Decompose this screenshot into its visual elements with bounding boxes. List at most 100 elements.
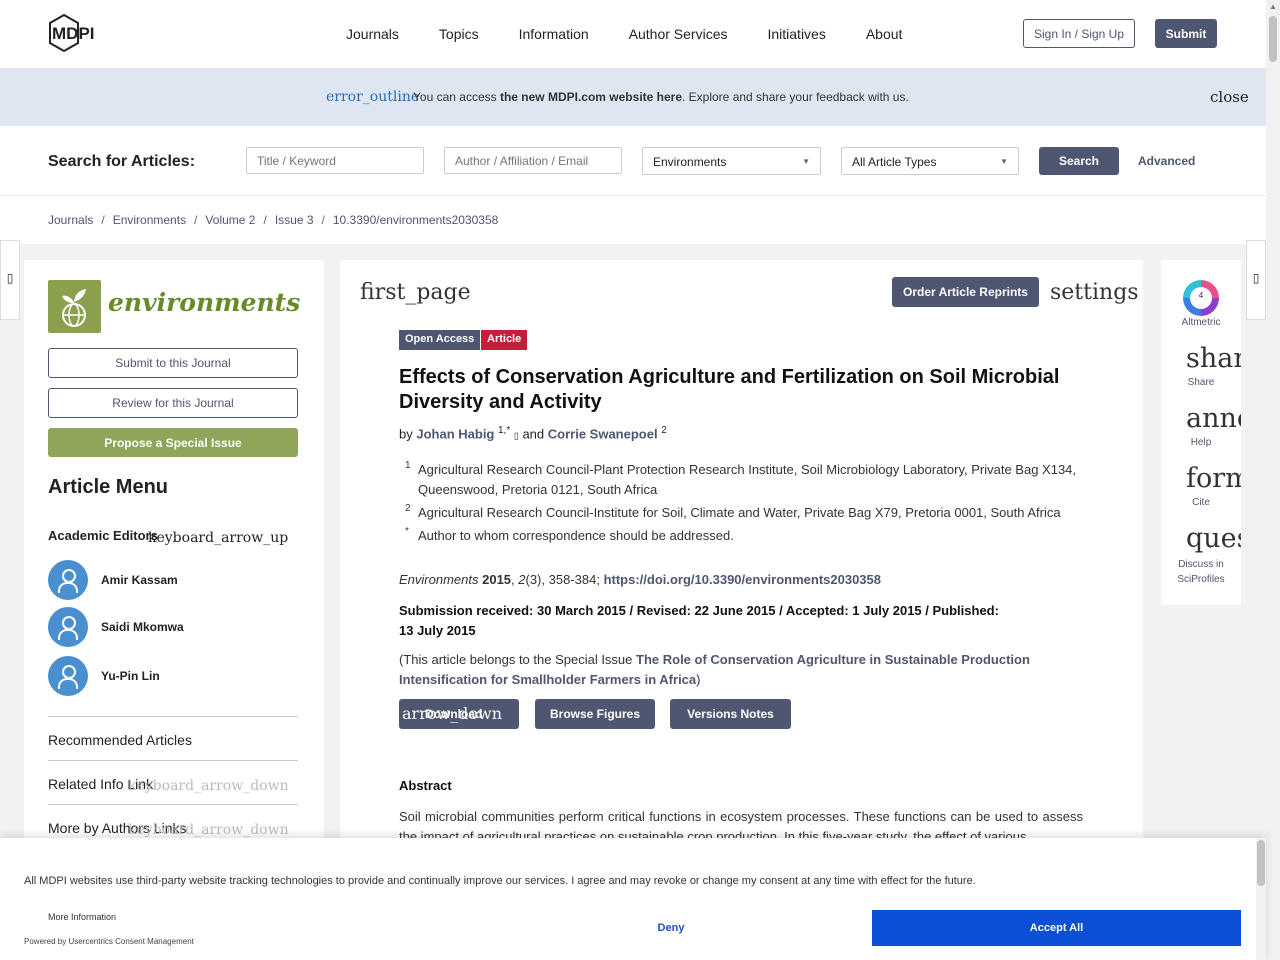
related-info-link[interactable]: Related Info Link keyboard_arrow_down	[48, 760, 298, 804]
affiliation-text: Agricultural Research Council-Institute …	[418, 505, 1061, 520]
scrollbar-thumb[interactable]	[1257, 840, 1265, 886]
author-list: by Johan Habig 1,* ▯ and Corrie Swanepoe…	[399, 425, 667, 441]
avatar	[48, 560, 88, 600]
caret-down-icon: ▼	[802, 157, 810, 166]
breadcrumb-journals[interactable]: Journals	[48, 213, 93, 227]
scrollbar-thumb[interactable]	[1269, 16, 1277, 62]
author-link[interactable]: Corrie Swanepoel	[548, 426, 658, 441]
search-button[interactable]: Search	[1039, 147, 1119, 175]
affiliation-number: 1	[405, 460, 411, 471]
altmetric-label[interactable]: Altmetric	[1161, 317, 1241, 328]
author-affiliation-input[interactable]	[444, 147, 622, 174]
editor-item[interactable]: Yu-Pin Lin	[48, 656, 160, 696]
consent-text: All MDPI websites use third-party websit…	[24, 875, 976, 887]
more-information-link[interactable]: More Information	[48, 912, 116, 922]
cite-label[interactable]: Cite	[1161, 497, 1241, 508]
download-button[interactable]: Download arrow_down	[399, 699, 519, 729]
breadcrumb-separator: /	[263, 213, 267, 227]
title-keyword-input[interactable]	[246, 147, 424, 174]
banner-text-suffix: . Explore and share your feedback with u…	[682, 90, 909, 104]
review-for-journal-button[interactable]: Review for this Journal	[48, 388, 298, 418]
consent-scrollbar[interactable]	[1256, 838, 1266, 960]
question-answer-icon[interactable]: question_answer	[1186, 523, 1241, 554]
nav-information[interactable]: Information	[519, 26, 589, 42]
deny-button[interactable]: Deny	[496, 910, 846, 946]
arrow-down-icon: arrow_down	[402, 704, 503, 723]
nav-initiatives[interactable]: Initiatives	[767, 26, 825, 42]
close-icon[interactable]: close	[1210, 88, 1249, 106]
author-sup: 2	[661, 425, 667, 436]
recommended-articles-link[interactable]: Recommended Articles	[48, 716, 298, 760]
editor-item[interactable]: Amir Kassam	[48, 560, 178, 600]
breadcrumb-issue[interactable]: Issue 3	[275, 213, 314, 227]
affiliation: 2 Agricultural Research Council-Institut…	[399, 503, 1089, 523]
keyboard-arrow-down-icon: keyboard_arrow_down	[128, 778, 289, 794]
first-page-icon[interactable]: first_page	[360, 280, 471, 305]
error-outline-icon: error_outline	[326, 89, 420, 105]
special-issue-suffix: )	[696, 672, 701, 687]
banner-text-prefix: You can access	[413, 90, 500, 104]
by-label: by	[399, 426, 413, 442]
submit-button[interactable]: Submit	[1155, 19, 1217, 48]
special-issue-prefix: (This article belongs to the Special Iss…	[399, 652, 637, 667]
breadcrumb-environments[interactable]: Environments	[113, 213, 186, 227]
nav-journals[interactable]: Journals	[346, 26, 399, 42]
help-label[interactable]: Help	[1161, 437, 1241, 448]
academic-editors-label[interactable]: Academic Editors	[48, 528, 158, 543]
discuss-label[interactable]: Discuss in SciProfiles	[1161, 557, 1241, 587]
site-header: MDPI Journals Topics Information Author …	[0, 0, 1266, 68]
altmetric-badge-icon[interactable]: 4	[1183, 280, 1219, 316]
email-icon[interactable]: ▯	[514, 430, 519, 440]
nav-topics[interactable]: Topics	[439, 26, 479, 42]
nav-author-services[interactable]: Author Services	[629, 26, 728, 42]
altmetric-score: 4	[1198, 291, 1204, 300]
order-reprints-button[interactable]: Order Article Reprints	[892, 277, 1039, 307]
mdpi-logo[interactable]: MDPI	[48, 13, 112, 55]
versions-notes-button[interactable]: Versions Notes	[670, 699, 791, 729]
format-quote-icon[interactable]: format_quote	[1186, 463, 1241, 494]
nav-about[interactable]: About	[866, 26, 903, 42]
journal-select[interactable]: Environments ▼	[642, 147, 821, 175]
side-link-label: Recommended Articles	[48, 732, 192, 748]
citation-journal: Environments	[399, 572, 479, 587]
editor-item[interactable]: Saidi Mkomwa	[48, 607, 184, 647]
keyboard-arrow-up-icon[interactable]: keyboard_arrow_up	[148, 530, 288, 546]
left-panel-toggle[interactable]: ▯	[0, 240, 20, 320]
affiliation-number: *	[405, 526, 409, 537]
powered-by-text: Powered by Usercentrics Consent Manageme…	[24, 937, 194, 946]
citation-volume: 2	[518, 572, 526, 587]
browse-figures-button[interactable]: Browse Figures	[535, 699, 655, 729]
share-label[interactable]: Share	[1161, 377, 1241, 388]
affiliation-number: 2	[405, 503, 411, 514]
doi-link[interactable]: https://doi.org/10.3390/environments2030…	[604, 572, 881, 587]
keyboard-arrow-down-icon: keyboard_arrow_down	[128, 822, 289, 838]
caret-down-icon: ▼	[1000, 157, 1008, 166]
announcement-icon[interactable]: announcement	[1186, 403, 1241, 434]
sign-in-button[interactable]: Sign In / Sign Up	[1023, 19, 1135, 48]
editor-name: Yu-Pin Lin	[101, 669, 160, 683]
banner-text: You can access the new MDPI.com website …	[413, 90, 909, 104]
submit-to-journal-button[interactable]: Submit to this Journal	[48, 348, 298, 378]
avatar	[48, 607, 88, 647]
page-scrollbar[interactable]: ▲	[1266, 0, 1280, 960]
journal-logo-icon[interactable]	[48, 280, 101, 333]
article-type-select[interactable]: All Article Types ▼	[841, 147, 1019, 175]
editor-name: Amir Kassam	[101, 573, 178, 587]
advanced-search-link[interactable]: Advanced	[1138, 154, 1195, 168]
breadcrumb-doi: 10.3390/environments2030358	[332, 213, 499, 227]
breadcrumb-volume[interactable]: Volume 2	[205, 213, 255, 227]
citation-year: 2015	[482, 572, 512, 587]
share-icon[interactable]: share	[1186, 343, 1241, 374]
scroll-up-icon[interactable]: ▲	[1269, 2, 1277, 11]
right-panel-toggle[interactable]: ▯	[1246, 240, 1266, 320]
citation-issue-pages: (3), 358-384;	[525, 572, 600, 587]
journal-title[interactable]: environments	[108, 288, 300, 317]
open-access-badge[interactable]: Open Access	[399, 330, 481, 350]
settings-icon[interactable]: settings	[1050, 280, 1139, 305]
author-link[interactable]: Johan Habig	[416, 426, 494, 441]
propose-special-issue-button[interactable]: Propose a Special Issue	[48, 428, 298, 457]
accept-all-button[interactable]: Accept All	[872, 910, 1241, 946]
article-type-badge: Article	[481, 330, 528, 350]
logo-text: MDPI	[52, 24, 95, 43]
new-site-link[interactable]: the new MDPI.com website here	[500, 90, 682, 104]
